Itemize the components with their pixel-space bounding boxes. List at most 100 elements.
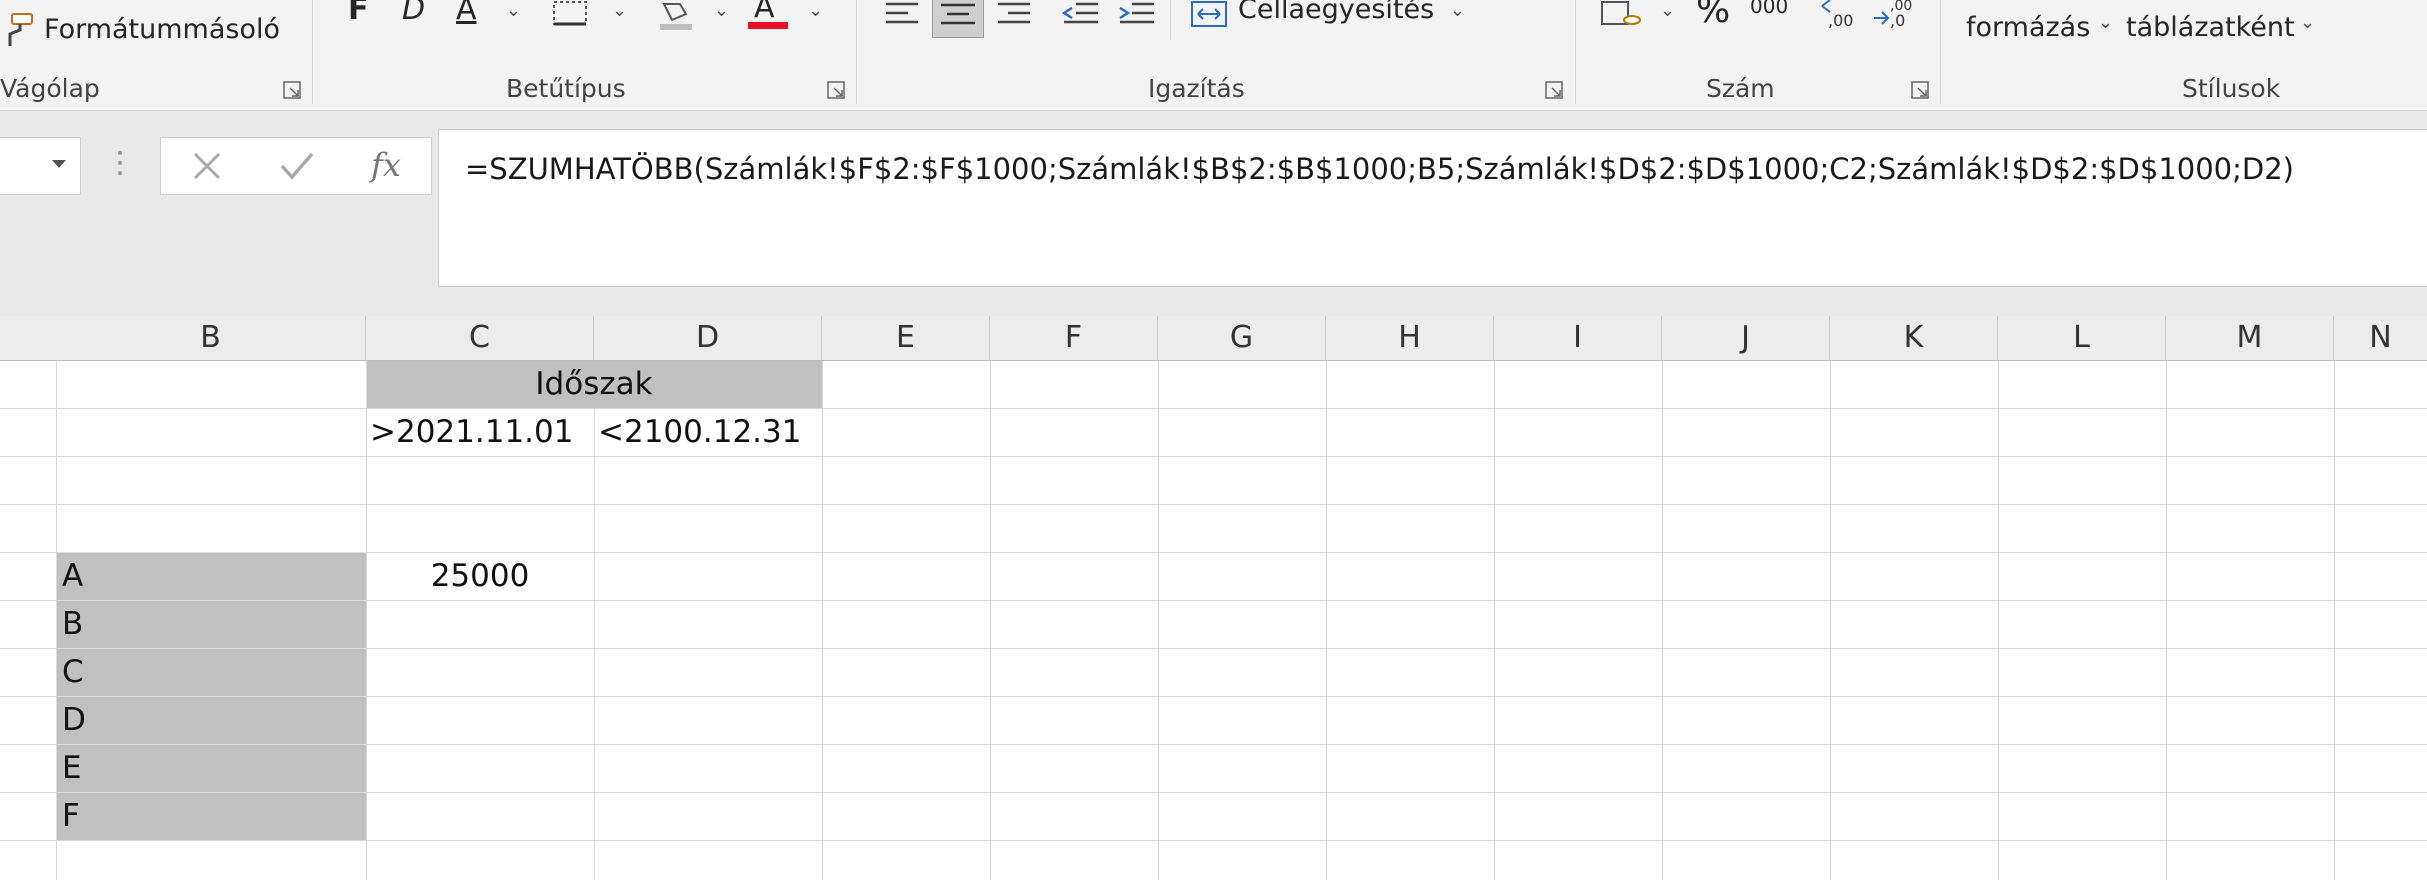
border-icon[interactable] bbox=[552, 0, 592, 34]
cell-category[interactable]: E bbox=[62, 745, 362, 792]
formula-bar-gap bbox=[0, 287, 2427, 316]
gridline bbox=[1326, 361, 1327, 880]
underline-button[interactable]: A bbox=[456, 0, 477, 27]
formula-bar-area: fx =SZUMHATÖBB(Számlák!$F$2:$F$1000;Szám… bbox=[0, 111, 2427, 316]
number-dialog-launcher-icon[interactable] bbox=[1910, 80, 1930, 100]
column-header-B[interactable]: B bbox=[56, 316, 366, 360]
gridline bbox=[0, 840, 2427, 841]
column-header-D[interactable]: D bbox=[594, 316, 822, 360]
formula-buttons: fx bbox=[160, 137, 432, 195]
alignment-group-label: Igazítás bbox=[1148, 74, 1245, 103]
column-header-F[interactable]: F bbox=[990, 316, 1158, 360]
group-separator bbox=[1575, 0, 1576, 104]
gridline bbox=[56, 361, 57, 880]
group-separator bbox=[1170, 0, 1171, 40]
gridline bbox=[0, 408, 2427, 409]
name-box-dropdown-icon[interactable] bbox=[50, 158, 68, 170]
merge-cells-dropdown-chevron-icon[interactable]: ⌄ bbox=[1450, 0, 1465, 21]
name-box[interactable] bbox=[0, 137, 81, 195]
percent-style-button[interactable]: % bbox=[1696, 0, 1730, 31]
format-painter-icon[interactable] bbox=[0, 12, 36, 52]
align-right-icon[interactable] bbox=[994, 0, 1034, 34]
clipboard-group-label: Vágólap bbox=[0, 74, 100, 103]
enter-checkmark-icon[interactable] bbox=[279, 150, 315, 186]
gridline bbox=[1662, 361, 1663, 880]
column-header-J[interactable]: J bbox=[1662, 316, 1830, 360]
column-header-M[interactable]: M bbox=[2166, 316, 2334, 360]
gridline bbox=[822, 361, 823, 880]
format-painter-button[interactable]: Formátummásoló bbox=[44, 14, 280, 45]
gridline bbox=[0, 456, 2427, 457]
column-header-C[interactable]: C bbox=[366, 316, 594, 360]
gridline bbox=[2334, 361, 2335, 880]
column-header-L[interactable]: L bbox=[1998, 316, 2166, 360]
cell-category[interactable]: C bbox=[62, 649, 362, 696]
cell-date-from[interactable]: >2021.11.01 bbox=[370, 409, 594, 456]
gridline bbox=[0, 504, 2427, 505]
group-separator bbox=[312, 0, 313, 104]
comma-style-button[interactable]: 000 bbox=[1750, 0, 1788, 18]
format-as-table-chevron-icon[interactable]: ⌄ bbox=[2300, 12, 2315, 33]
formula-bar-resize-handle-icon[interactable] bbox=[116, 149, 124, 183]
cell-category[interactable]: A bbox=[62, 553, 362, 600]
column-header-N[interactable]: N bbox=[2334, 316, 2427, 360]
gridline bbox=[2166, 361, 2167, 880]
accounting-dropdown-chevron-icon[interactable]: ⌄ bbox=[1660, 0, 1675, 21]
column-header-G[interactable]: G bbox=[1158, 316, 1326, 360]
decrease-indent-icon[interactable] bbox=[1060, 0, 1100, 34]
column-header-I[interactable]: I bbox=[1494, 316, 1662, 360]
gridline bbox=[1158, 361, 1159, 880]
italic-button[interactable]: D bbox=[402, 0, 425, 27]
increase-decimal-icon[interactable]: ,00 bbox=[1818, 0, 1862, 34]
gridline bbox=[1998, 361, 1999, 880]
conditional-formatting-button[interactable]: formázás bbox=[1966, 12, 2090, 43]
worksheet-grid[interactable]: Időszak >2021.11.01 <2100.12.31 A B C D … bbox=[0, 361, 2427, 880]
formula-input[interactable]: =SZUMHATÖBB(Számlák!$F$2:$F$1000;Számlák… bbox=[438, 129, 2427, 287]
decrease-decimal-icon[interactable]: ,00,0 bbox=[1872, 0, 1916, 34]
border-dropdown-chevron-icon[interactable]: ⌄ bbox=[612, 0, 627, 21]
cell-category[interactable]: F bbox=[62, 793, 362, 840]
font-color-dropdown-chevron-icon[interactable]: ⌄ bbox=[808, 0, 823, 21]
font-dialog-launcher-icon[interactable] bbox=[826, 80, 846, 100]
svg-text:,00: ,00 bbox=[1828, 11, 1853, 30]
format-as-table-button[interactable]: táblázatként bbox=[2126, 12, 2295, 43]
accounting-format-icon[interactable] bbox=[1600, 0, 1644, 34]
increase-indent-icon[interactable] bbox=[1116, 0, 1156, 34]
gridline bbox=[366, 361, 367, 880]
cell-category[interactable]: D bbox=[62, 697, 362, 744]
align-left-icon[interactable] bbox=[882, 0, 922, 34]
cell-category[interactable]: B bbox=[62, 601, 362, 648]
column-header-K[interactable]: K bbox=[1830, 316, 1998, 360]
alignment-dialog-launcher-icon[interactable] bbox=[1544, 80, 1564, 100]
insert-function-fx-button[interactable]: fx bbox=[371, 146, 401, 184]
svg-text:,0: ,0 bbox=[1890, 11, 1905, 30]
number-group-label: Szám bbox=[1706, 74, 1775, 103]
column-header-H[interactable]: H bbox=[1326, 316, 1494, 360]
gridline bbox=[594, 408, 595, 880]
column-headers: B C D E F G H I J K L M N bbox=[0, 316, 2427, 361]
fill-color-dropdown-chevron-icon[interactable]: ⌄ bbox=[714, 0, 729, 21]
merge-cells-button[interactable]: Cellaegyesítés bbox=[1238, 0, 1434, 25]
cell-period-header[interactable]: Időszak bbox=[366, 361, 822, 408]
bold-button[interactable]: F bbox=[348, 0, 369, 27]
gridline bbox=[0, 792, 2427, 793]
font-color-bar bbox=[748, 22, 788, 29]
gridline bbox=[0, 648, 2427, 649]
underline-dropdown-chevron-icon[interactable]: ⌄ bbox=[506, 0, 521, 21]
gridline bbox=[0, 552, 2427, 553]
font-group-label: Betűtípus bbox=[506, 74, 626, 103]
column-header-E[interactable]: E bbox=[822, 316, 990, 360]
clipboard-dialog-launcher-icon[interactable] bbox=[282, 80, 302, 100]
gridline bbox=[1494, 361, 1495, 880]
group-separator bbox=[1940, 0, 1941, 104]
cell-sum-value[interactable]: 25000 bbox=[366, 553, 594, 600]
merge-cells-icon[interactable] bbox=[1190, 0, 1230, 34]
gridline bbox=[0, 600, 2427, 601]
cell-date-to[interactable]: <2100.12.31 bbox=[598, 409, 822, 456]
align-center-icon[interactable] bbox=[932, 0, 984, 38]
cancel-x-icon[interactable] bbox=[191, 150, 223, 186]
gridline bbox=[1830, 361, 1831, 880]
styles-group-label: Stílusok bbox=[2182, 74, 2281, 103]
fill-color-icon[interactable] bbox=[656, 0, 696, 36]
conditional-formatting-chevron-icon[interactable]: ⌄ bbox=[2098, 12, 2113, 33]
